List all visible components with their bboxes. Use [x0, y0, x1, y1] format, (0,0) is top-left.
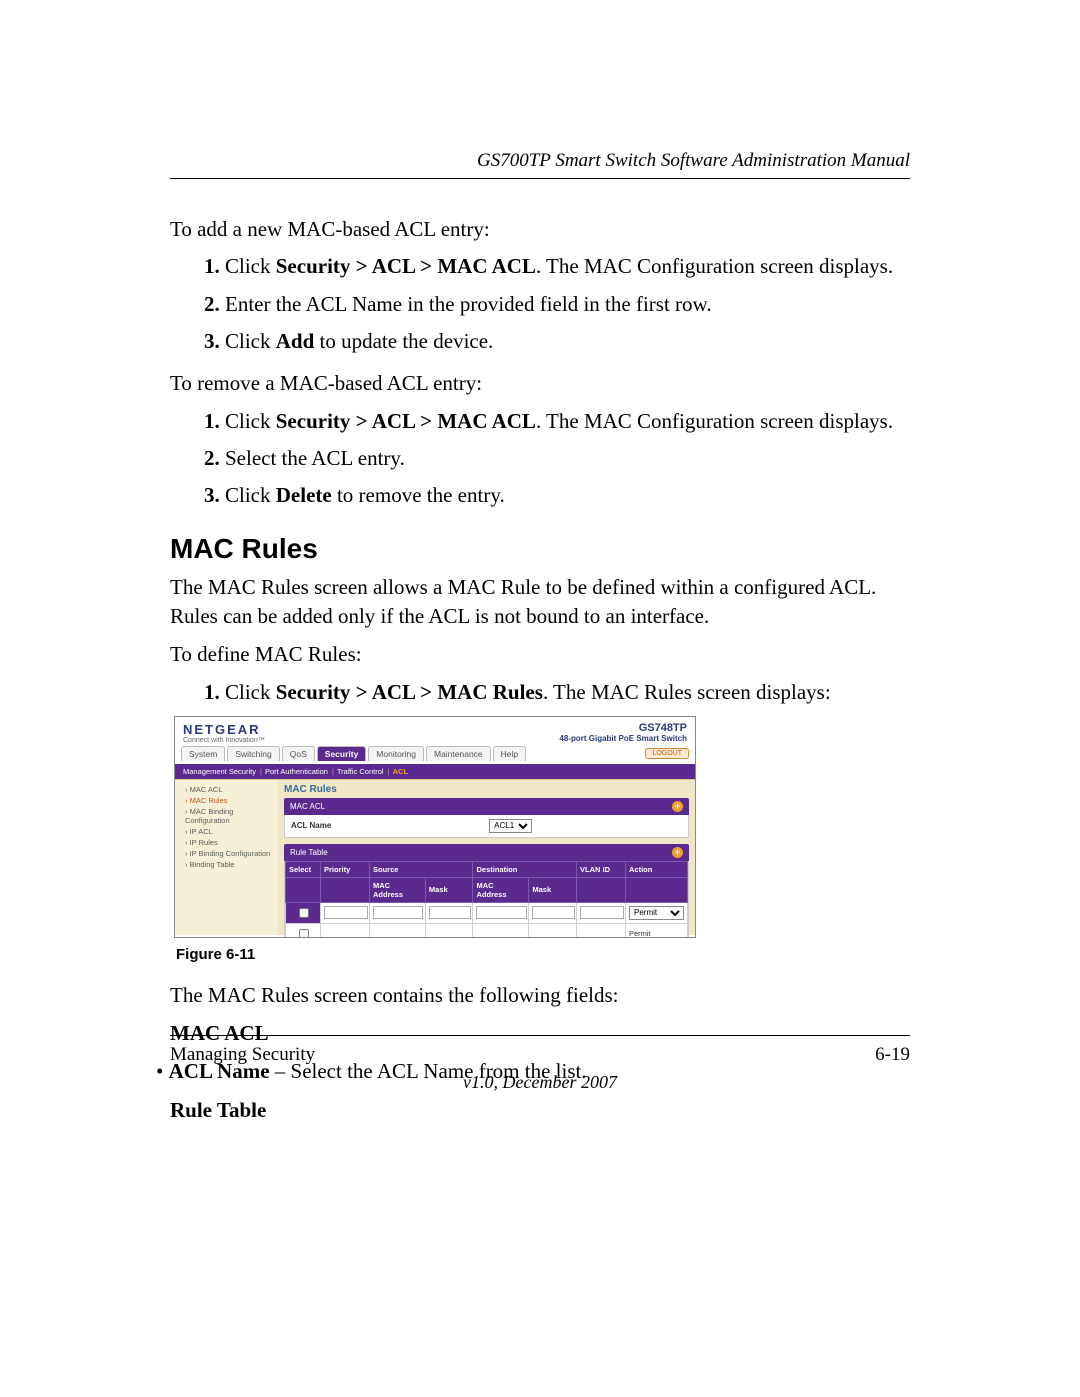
row1-src-mac-input[interactable]: [373, 906, 423, 919]
sidebar-mac-binding[interactable]: › MAC Binding Configuration: [179, 806, 274, 826]
after-fig-para: The MAC Rules screen contains the follow…: [170, 981, 910, 1009]
row1-action-select[interactable]: Permit: [629, 906, 684, 920]
doc-footer: Managing Security 6-19 v1.0, December 20…: [170, 1035, 910, 1093]
sidebar-ip-rules[interactable]: › IP Rules: [179, 837, 274, 848]
figure-caption: Figure 6-11: [176, 946, 910, 963]
sidebar: › MAC ACL › MAC Rules › MAC Binding Conf…: [175, 780, 278, 935]
add-steps-list: 1. Click Security > ACL > MAC ACL. The M…: [170, 253, 910, 355]
sidebar-ip-acl[interactable]: › IP ACL: [179, 826, 274, 837]
col-action: Action: [626, 861, 688, 877]
tab-maintenance[interactable]: Maintenance: [426, 746, 491, 761]
row1-dst-mask-input[interactable]: [532, 906, 575, 919]
panel-rule-table-header: Rule Table +: [284, 844, 689, 861]
subtab-mgmt-security[interactable]: Management Security: [183, 767, 256, 776]
model-number: GS748TP: [559, 722, 687, 734]
col-src-mask: Mask: [425, 877, 473, 902]
col-destination: Destination: [473, 861, 577, 877]
section-heading-mac-rules: MAC Rules: [170, 533, 910, 565]
main-tabs: System Switching QoS Security Monitoring…: [175, 746, 695, 764]
sidebar-mac-acl[interactable]: › MAC ACL: [179, 784, 274, 795]
rule-table: Select Priority Source Destination VLAN …: [285, 861, 688, 938]
sub-tabs: Management Security| Port Authentication…: [175, 764, 695, 779]
intro-add: To add a new MAC-based ACL entry:: [170, 215, 910, 243]
row1-select-checkbox[interactable]: [299, 908, 309, 918]
col-priority: Priority: [321, 861, 370, 877]
tab-qos[interactable]: QoS: [282, 746, 315, 761]
subhead-rule-table: Rule Table: [170, 1096, 910, 1124]
footer-version: v1.0, December 2007: [170, 1072, 910, 1093]
define-intro: To define MAC Rules:: [170, 640, 910, 668]
row1-vlan-input[interactable]: [580, 906, 624, 919]
table-row: Permit: [286, 902, 688, 923]
row2-select-checkbox[interactable]: [299, 929, 309, 938]
tab-security[interactable]: Security: [317, 746, 367, 761]
model-desc: 48-port Gigabit PoE Smart Switch: [559, 734, 687, 743]
content-title: MAC Rules: [284, 784, 689, 795]
remove-steps-list: 1. Click Security > ACL > MAC ACL. The M…: [170, 408, 910, 510]
tab-help[interactable]: Help: [493, 746, 526, 761]
footer-left: Managing Security: [170, 1044, 315, 1066]
add-rule-icon[interactable]: +: [672, 847, 683, 858]
col-src-mac: MACAddress: [370, 877, 426, 902]
tab-system[interactable]: System: [181, 746, 225, 761]
acl-name-label: ACL Name: [291, 821, 331, 830]
figure-screenshot: NETGEAR Connect with Innovation™ GS748TP…: [174, 716, 696, 938]
netgear-logo: NETGEAR: [183, 722, 265, 737]
section-para: The MAC Rules screen allows a MAC Rule t…: [170, 573, 910, 630]
row1-src-mask-input[interactable]: [429, 906, 472, 919]
tab-switching[interactable]: Switching: [227, 746, 279, 761]
define-steps-list: 1. Click Security > ACL > MAC Rules. The…: [170, 679, 910, 706]
footer-right: 6-19: [875, 1044, 910, 1066]
intro-remove: To remove a MAC-based ACL entry:: [170, 369, 910, 397]
sidebar-mac-rules[interactable]: › MAC Rules: [179, 795, 274, 806]
netgear-tagline: Connect with Innovation™: [183, 737, 265, 744]
col-dst-mask: Mask: [529, 877, 577, 902]
panel-mac-acl-header: MAC ACL +: [284, 798, 689, 815]
subtab-traffic-control[interactable]: Traffic Control: [337, 767, 384, 776]
doc-header-title: GS700TP Smart Switch Software Administra…: [170, 150, 910, 179]
col-dst-mac: MACAddress: [473, 877, 529, 902]
acl-name-select[interactable]: ACL1: [489, 819, 532, 833]
subtab-port-auth[interactable]: Port Authentication: [265, 767, 328, 776]
row1-dst-mac-input[interactable]: [476, 906, 526, 919]
add-icon[interactable]: +: [672, 801, 683, 812]
row2-action: Permit: [626, 923, 688, 938]
sidebar-ip-binding[interactable]: › IP Binding Configuration: [179, 848, 274, 859]
tab-monitoring[interactable]: Monitoring: [368, 746, 424, 761]
col-select: Select: [286, 861, 321, 877]
table-row: Permit: [286, 923, 688, 938]
row1-priority-input[interactable]: [324, 906, 368, 919]
sidebar-binding-table[interactable]: › Binding Table: [179, 859, 274, 870]
logout-button[interactable]: LOGOUT: [645, 748, 689, 759]
col-source: Source: [370, 861, 473, 877]
col-vlan-id: VLAN ID: [577, 861, 626, 877]
subtab-acl[interactable]: ACL: [393, 767, 408, 776]
